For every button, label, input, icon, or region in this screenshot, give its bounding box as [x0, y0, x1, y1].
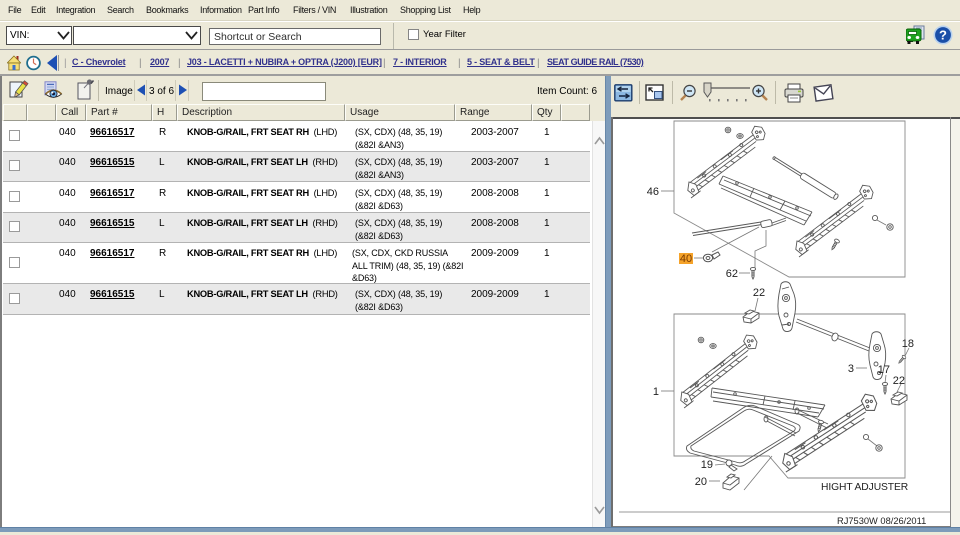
svg-text:3: 3 [848, 363, 854, 375]
svg-text:62: 62 [726, 268, 738, 280]
svg-text:?: ? [939, 28, 947, 43]
svg-text:RJ7530W 08/26/2011: RJ7530W 08/26/2011 [837, 516, 926, 526]
svg-text:19: 19 [701, 459, 713, 471]
svg-text:46: 46 [647, 186, 659, 198]
svg-text:22: 22 [893, 375, 905, 387]
svg-text:17: 17 [878, 364, 890, 376]
svg-text:18: 18 [902, 338, 914, 350]
svg-text:20: 20 [695, 476, 707, 488]
svg-text:40: 40 [680, 253, 692, 265]
svg-text:22: 22 [753, 287, 765, 299]
svg-text:1: 1 [653, 386, 659, 398]
svg-text:HIGHT ADJUSTER: HIGHT ADJUSTER [821, 482, 908, 493]
